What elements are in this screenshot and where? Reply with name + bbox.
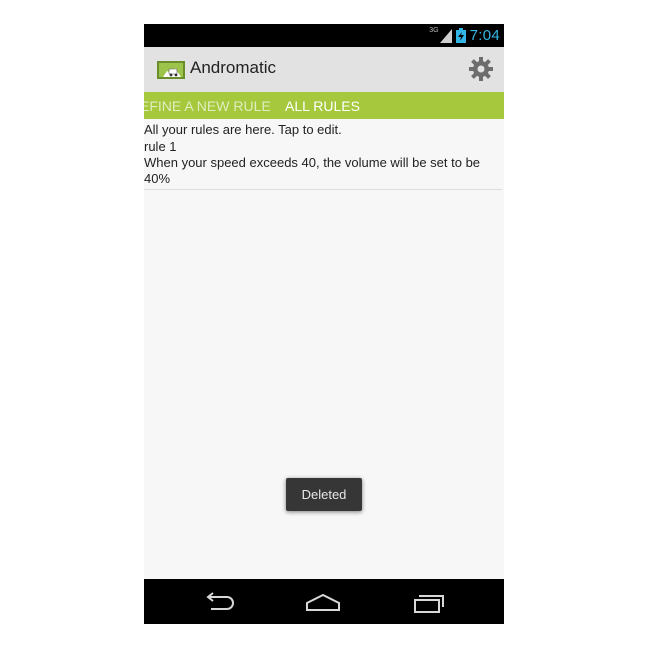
- action-bar: Andromatic: [144, 47, 504, 92]
- battery-charging-icon: [455, 28, 466, 43]
- rule-list-item[interactable]: rule 1 When your speed exceeds 40, the v…: [144, 139, 502, 190]
- phone-screen: 3G 7:04 Andromatic EFINE A NEW RULE ALL …: [144, 24, 504, 624]
- status-bar: 3G 7:04: [144, 24, 504, 47]
- navigation-bar: [144, 579, 504, 624]
- app-title: Andromatic: [190, 58, 276, 77]
- toast-message: Deleted: [286, 478, 362, 511]
- tab-all-rules[interactable]: ALL RULES: [285, 98, 360, 114]
- rules-intro-text: All your rules are here. Tap to edit.: [144, 122, 342, 137]
- recent-apps-icon[interactable]: [411, 591, 447, 613]
- signal-icon: [439, 28, 452, 43]
- clock: 7:04: [469, 27, 500, 44]
- rule-description: When your speed exceeds 40, the volume w…: [144, 155, 481, 186]
- app-logo-icon[interactable]: [157, 60, 185, 80]
- home-icon[interactable]: [305, 591, 341, 613]
- status-icons: 3G 7:04: [429, 26, 500, 45]
- network-type-label: 3G: [429, 27, 439, 34]
- tab-define-new-rule[interactable]: EFINE A NEW RULE: [144, 98, 271, 114]
- settings-gear-icon[interactable]: [468, 56, 494, 82]
- rule-name: rule 1: [144, 139, 177, 154]
- tab-strip: EFINE A NEW RULE ALL RULES: [144, 92, 504, 119]
- back-icon[interactable]: [201, 591, 237, 613]
